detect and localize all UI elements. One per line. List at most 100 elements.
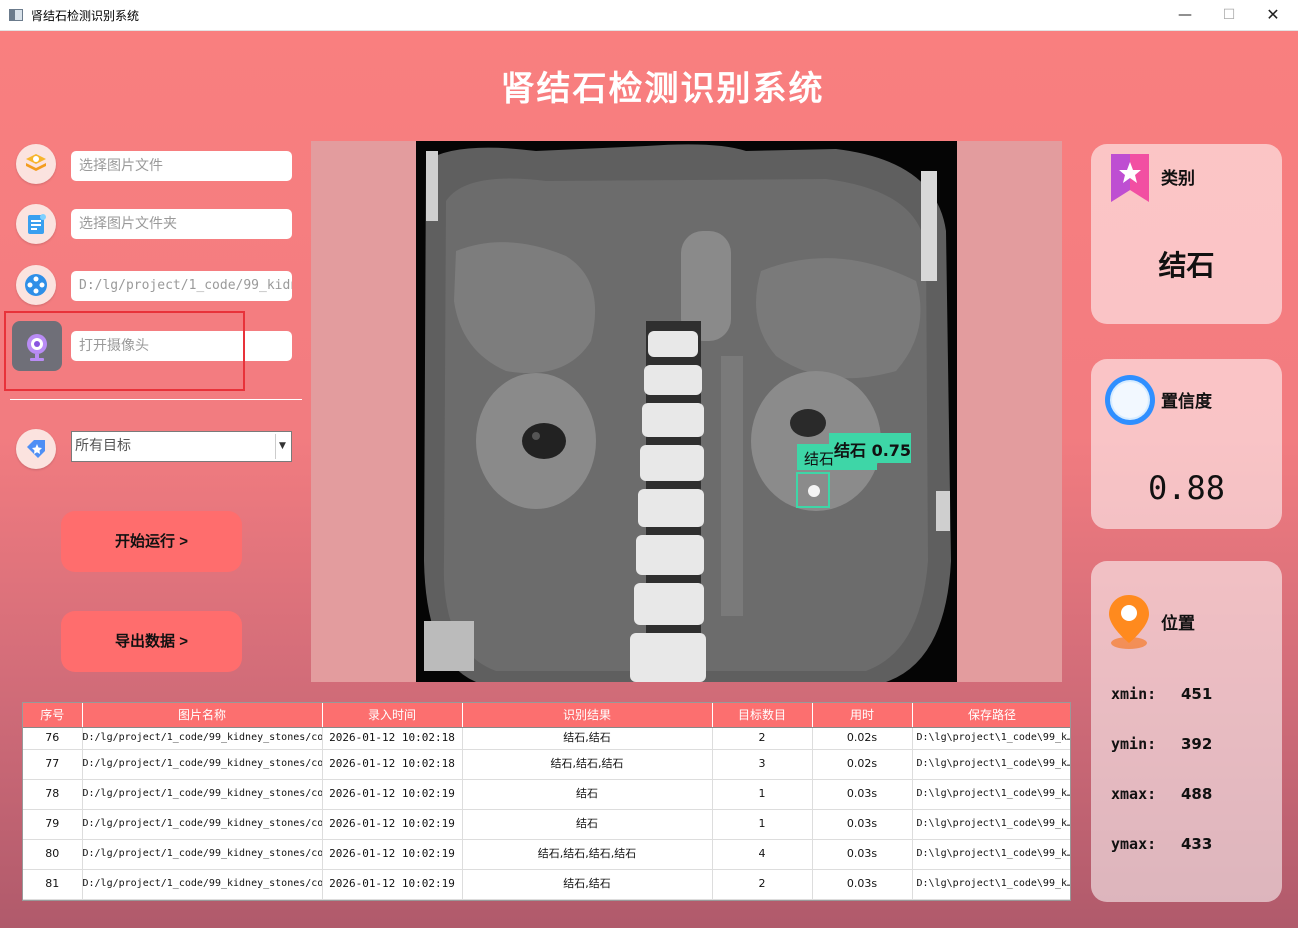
ymax-value: 433: [1181, 835, 1213, 853]
target-select-value: 所有目标: [75, 438, 131, 454]
ct-scan-image: 结石 结石 0.75: [416, 141, 957, 682]
column-header[interactable]: 目标数目: [712, 703, 813, 728]
detection-label-1: 结石: [804, 450, 835, 468]
table-cell-name: D:/lg/project/1_code/99_kidney_stones/co…: [82, 727, 323, 750]
ymin-value: 392: [1181, 735, 1213, 753]
table-cell-cost: 0.03s: [812, 779, 913, 810]
maximize-button[interactable]: ☐: [1206, 2, 1252, 28]
table-row[interactable]: 80 D:/lg/project/1_code/99_kidney_stones/…: [23, 839, 1070, 870]
window-title: 肾结石检测识别系统: [31, 9, 140, 23]
location-pin-icon: [1105, 591, 1153, 655]
table-cell-cost: 0.03s: [812, 839, 913, 870]
table-cell-path: D:\lg\project\1_code\99_k…: [912, 779, 1070, 810]
class-badge-icon: [1107, 152, 1153, 210]
table-cell-count: 1: [712, 809, 813, 840]
table-cell-id: 81: [23, 869, 83, 900]
confidence-value: 0.88: [1147, 469, 1226, 507]
table-cell-count: 1: [712, 779, 813, 810]
position-label: 位置: [1161, 614, 1195, 634]
column-header[interactable]: 序号: [23, 703, 83, 728]
table-cell-name: D:/lg/project/1_code/99_kidney_stones/co…: [82, 749, 323, 780]
table-cell-id: 76: [23, 727, 83, 750]
column-header[interactable]: 录入时间: [322, 703, 463, 728]
image-folder-icon[interactable]: [16, 204, 56, 244]
detection-label-2: 结石 0.75: [834, 441, 912, 460]
table-cell-time: 2026-01-12 10:02:18: [322, 727, 463, 750]
table-cell-count: 3: [712, 749, 813, 780]
left-divider: [10, 399, 302, 400]
camera-highlight-frame: [4, 311, 245, 391]
table-cell-result: 结石,结石,结石: [462, 749, 713, 780]
table-cell-name: D:/lg/project/1_code/99_kidney_stones/co…: [82, 839, 323, 870]
ymin-label: ymin:: [1111, 735, 1157, 753]
table-row[interactable]: 78 D:/lg/project/1_code/99_kidney_stones/…: [23, 779, 1070, 810]
table-cell-cost: 0.03s: [812, 809, 913, 840]
close-button[interactable]: ✕: [1250, 2, 1296, 28]
xmin-label: xmin:: [1111, 685, 1157, 703]
xmin-row: xmin: 451: [1111, 685, 1212, 703]
class-label: 类别: [1161, 169, 1195, 189]
position-card: 位置 xmin: 451 ymin: 392 xmax: 488 ymax: 4…: [1091, 561, 1282, 902]
confidence-label: 置信度: [1161, 392, 1212, 412]
table-cell-cost: 0.02s: [812, 727, 913, 750]
table-cell-path: D:\lg\project\1_code\99_k…: [912, 809, 1070, 840]
ymax-label: ymax:: [1111, 835, 1157, 853]
results-table[interactable]: 序号 图片名称 录入时间 识别结果 目标数目 用时 保存路径 76 D:/lg/p…: [22, 702, 1071, 901]
confidence-circle-icon: [1103, 373, 1157, 431]
table-cell-name: D:/lg/project/1_code/99_kidney_stones/co…: [82, 779, 323, 810]
table-cell-name: D:/lg/project/1_code/99_kidney_stones/co…: [82, 809, 323, 840]
table-cell-id: 79: [23, 809, 83, 840]
column-header[interactable]: 用时: [812, 703, 913, 728]
app-window-icon: [9, 9, 23, 21]
minimize-button[interactable]: —: [1162, 2, 1208, 28]
table-cell-result: 结石,结石: [462, 869, 713, 900]
table-cell-path: D:\lg\project\1_code\99_k…: [912, 727, 1070, 750]
table-cell-id: 80: [23, 839, 83, 870]
table-cell-result: 结石,结石: [462, 727, 713, 750]
window-titlebar: 肾结石检测识别系统 — ☐ ✕: [0, 0, 1298, 31]
table-cell-result: 结石: [462, 809, 713, 840]
table-cell-id: 78: [23, 779, 83, 810]
column-header[interactable]: 保存路径: [912, 703, 1070, 728]
table-cell-path: D:\lg\project\1_code\99_k…: [912, 869, 1070, 900]
class-value: 结石: [1158, 249, 1215, 282]
table-cell-path: D:\lg\project\1_code\99_k…: [912, 839, 1070, 870]
xmax-label: xmax:: [1111, 785, 1157, 803]
xmax-value: 488: [1181, 785, 1213, 803]
target-select[interactable]: 所有目标 ▼: [71, 431, 292, 462]
table-row[interactable]: 79 D:/lg/project/1_code/99_kidney_stones/…: [23, 809, 1070, 840]
ymax-row: ymax: 433: [1111, 835, 1212, 853]
image-folder-input[interactable]: 选择图片文件夹: [71, 209, 292, 239]
table-cell-count: 2: [712, 869, 813, 900]
table-cell-cost: 0.03s: [812, 869, 913, 900]
xmin-value: 451: [1181, 685, 1213, 703]
chevron-down-icon[interactable]: ▼: [275, 434, 289, 459]
table-cell-time: 2026-01-12 10:02:19: [322, 809, 463, 840]
table-cell-time: 2026-01-12 10:02:19: [322, 779, 463, 810]
main-panel: 肾结石检测识别系统 选择图片文件 选择图片文件夹 D:/lg/project/1…: [0, 31, 1298, 928]
video-icon[interactable]: [16, 265, 56, 305]
start-run-button[interactable]: 开始运行 >: [61, 511, 242, 572]
export-data-button[interactable]: 导出数据 >: [61, 611, 242, 672]
table-cell-cost: 0.02s: [812, 749, 913, 780]
video-path-input[interactable]: D:/lg/project/1_code/99_kidney_stones/co…: [71, 271, 292, 301]
image-file-input[interactable]: 选择图片文件: [71, 151, 292, 181]
table-cell-time: 2026-01-12 10:02:19: [322, 869, 463, 900]
table-row[interactable]: 76 D:/lg/project/1_code/99_kidney_stones/…: [23, 727, 1070, 750]
table-cell-name: D:/lg/project/1_code/99_kidney_stones/co…: [82, 869, 323, 900]
class-card: 类别 结石: [1091, 144, 1282, 324]
column-header[interactable]: 识别结果: [462, 703, 713, 728]
table-cell-path: D:\lg\project\1_code\99_k…: [912, 749, 1070, 780]
table-cell-id: 77: [23, 749, 83, 780]
table-row[interactable]: 77 D:/lg/project/1_code/99_kidney_stones/…: [23, 749, 1070, 780]
image-file-icon[interactable]: [16, 144, 56, 184]
column-header[interactable]: 图片名称: [82, 703, 323, 728]
xmax-row: xmax: 488: [1111, 785, 1212, 803]
table-cell-time: 2026-01-12 10:02:19: [322, 839, 463, 870]
table-cell-time: 2026-01-12 10:02:18: [322, 749, 463, 780]
table-row[interactable]: 81 D:/lg/project/1_code/99_kidney_stones/…: [23, 869, 1070, 900]
target-icon: [16, 429, 56, 469]
system-title: 肾结石检测识别系统: [500, 69, 825, 109]
table-cell-count: 4: [712, 839, 813, 870]
table-cell-result: 结石,结石,结石,结石: [462, 839, 713, 870]
